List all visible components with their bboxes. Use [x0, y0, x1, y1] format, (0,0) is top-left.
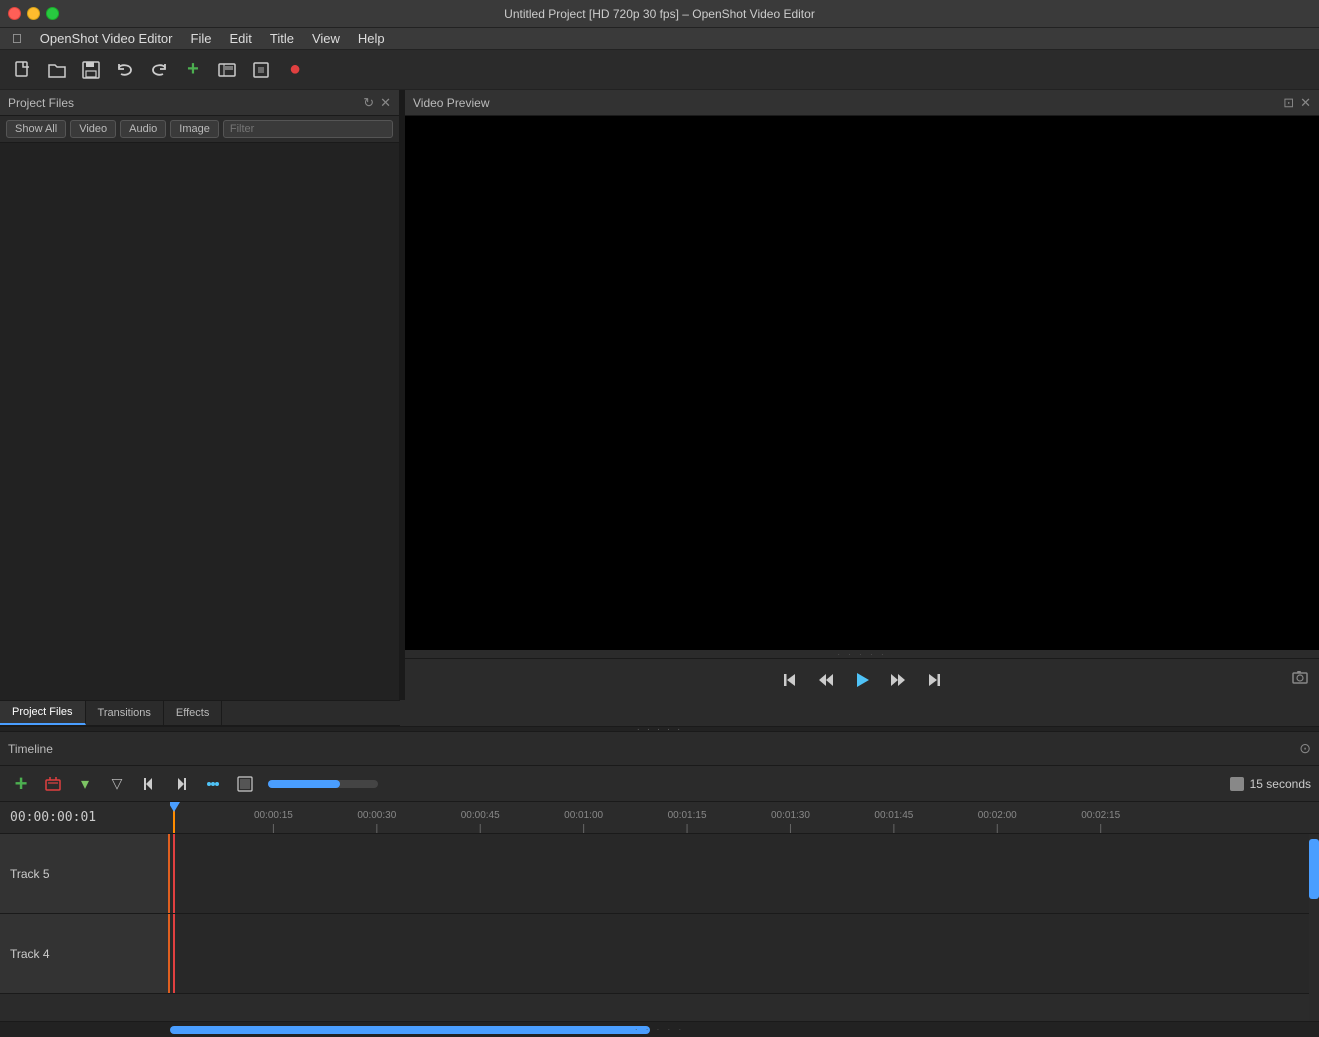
menu-view[interactable]: View [304, 29, 348, 48]
main-toolbar: + ● [0, 50, 1319, 90]
timeline-title: Timeline [8, 742, 53, 756]
seconds-label: 15 seconds [1250, 777, 1311, 791]
minimize-button[interactable] [27, 7, 40, 20]
video-preview-header: Video Preview ⊡ ✕ [405, 90, 1319, 116]
timeline-ruler: 00:00:00:01 00:00:15 00:00:30 00:00:45 0… [0, 802, 1319, 834]
track-row-5: Track 5 [0, 834, 1319, 914]
remove-track-button[interactable] [40, 772, 66, 796]
track-5-content[interactable] [170, 834, 1319, 913]
snap-button[interactable] [200, 772, 226, 796]
timeline-scrollbar-thumb[interactable] [170, 1026, 650, 1034]
video-tab[interactable]: Video [70, 120, 116, 138]
project-files-content [0, 143, 399, 700]
timeline-zoom-bar[interactable] [268, 780, 378, 788]
rewind-button[interactable] [812, 666, 840, 694]
image-tab[interactable]: Image [170, 120, 219, 138]
tracks-scrollbar-thumb[interactable] [1309, 839, 1319, 899]
timeline-scrollbar[interactable]: · · · · · [0, 1021, 1319, 1037]
video-preview-area [405, 116, 1319, 650]
track-row-4: Track 4 [0, 914, 1319, 994]
timeline-dropdown-button[interactable]: ▾ [72, 772, 98, 796]
menu-openshot[interactable]: OpenShot Video Editor [32, 29, 181, 48]
razor-button[interactable] [232, 772, 258, 796]
bottom-panel-tabs: Project Files Transitions Effects [0, 700, 400, 726]
tracks-area: Track 5 Track 4 [0, 834, 1319, 1021]
preview-refresh-icon[interactable]: ⊡ [1283, 95, 1294, 111]
playback-controls [405, 658, 1319, 700]
panel-refresh-icon[interactable]: ↻ [363, 95, 374, 111]
playhead-triangle [170, 802, 180, 812]
preview-close-icon[interactable]: ✕ [1300, 95, 1311, 111]
menu-title[interactable]: Title [262, 29, 302, 48]
window-controls [8, 7, 59, 20]
track-4-label: Track 4 [0, 914, 170, 993]
preview-header-icons: ⊡ ✕ [1283, 95, 1311, 111]
filter-tabs: Show All Video Audio Image [0, 116, 399, 143]
timeline-zoom-fill [268, 780, 340, 788]
tracks-scrollbar[interactable] [1309, 834, 1319, 1021]
main-area: Project Files ↻ ✕ Show All Video Audio I… [0, 90, 1319, 1037]
timeline-content: 00:00:00:01 00:00:15 00:00:30 00:00:45 0… [0, 802, 1319, 1037]
preview-resize-handle: · · · · · [405, 650, 1319, 658]
jump-to-start-button[interactable] [776, 666, 804, 694]
timeline-header-icon[interactable]: ⊙ [1299, 740, 1311, 757]
playhead[interactable] [173, 802, 175, 833]
window-title: Untitled Project [HD 720p 30 fps] – Open… [504, 7, 815, 21]
menu-bar:  OpenShot Video Editor File Edit Title … [0, 28, 1319, 50]
timeline-filter-button[interactable]: ▽ [104, 772, 130, 796]
undo-button[interactable] [110, 56, 140, 84]
menu-apple[interactable]:  [4, 29, 30, 48]
fullscreen-button[interactable] [246, 56, 276, 84]
video-preview-title: Video Preview [413, 96, 490, 110]
add-track-button[interactable]: + [8, 772, 34, 796]
track-5-label: Track 5 [0, 834, 170, 913]
screenshot-icon[interactable] [1291, 669, 1309, 690]
preview-mode-button[interactable] [212, 56, 242, 84]
menu-edit[interactable]: Edit [221, 29, 259, 48]
tab-project-files[interactable]: Project Files [0, 701, 86, 725]
menu-file[interactable]: File [183, 29, 220, 48]
open-project-button[interactable] [42, 56, 72, 84]
left-panel: Project Files ↻ ✕ Show All Video Audio I… [0, 90, 400, 700]
time-display: 00:00:00:01 [0, 810, 170, 825]
menu-help[interactable]: Help [350, 29, 393, 48]
record-button[interactable]: ● [280, 56, 310, 84]
redo-button[interactable] [144, 56, 174, 84]
jump-start-tl-button[interactable] [136, 772, 162, 796]
ruler-tick-lines [170, 802, 1319, 833]
ruler-ticks: 00:00:15 00:00:30 00:00:45 00:01:00 00:0… [170, 802, 1319, 833]
timeline-header: Timeline ⊙ [0, 732, 1319, 766]
add-button[interactable]: + [178, 56, 208, 84]
seconds-indicator: 15 seconds [1230, 777, 1311, 791]
show-all-tab[interactable]: Show All [6, 120, 66, 138]
panel-close-icon[interactable]: ✕ [380, 95, 391, 111]
tab-effects[interactable]: Effects [164, 701, 222, 725]
panels-row: Project Files ↻ ✕ Show All Video Audio I… [0, 90, 1319, 700]
tab-transitions[interactable]: Transitions [86, 701, 164, 725]
track-4-content[interactable] [170, 914, 1319, 993]
seconds-box-icon [1230, 777, 1244, 791]
maximize-button[interactable] [46, 7, 59, 20]
close-button[interactable] [8, 7, 21, 20]
audio-tab[interactable]: Audio [120, 120, 166, 138]
jump-to-end-button[interactable] [920, 666, 948, 694]
scrollbar-dots: · · · · · [635, 1025, 684, 1034]
timeline-toolbar: + ▾ ▽ 15 seconds [0, 766, 1319, 802]
track-5-playhead-line [173, 834, 175, 913]
timeline-section: Timeline ⊙ + ▾ ▽ [0, 732, 1319, 1037]
project-files-panel-header: Project Files ↻ ✕ [0, 90, 399, 116]
panel-header-icons: ↻ ✕ [363, 95, 391, 111]
fast-forward-button[interactable] [884, 666, 912, 694]
jump-end-tl-button[interactable] [168, 772, 194, 796]
track-4-playhead-line [173, 914, 175, 993]
filter-input[interactable] [223, 120, 393, 138]
save-project-button[interactable] [76, 56, 106, 84]
play-button[interactable] [848, 666, 876, 694]
video-preview-panel: Video Preview ⊡ ✕ · · · · · [405, 90, 1319, 700]
project-files-title: Project Files [8, 96, 74, 110]
new-project-button[interactable] [8, 56, 38, 84]
title-bar: Untitled Project [HD 720p 30 fps] – Open… [0, 0, 1319, 28]
